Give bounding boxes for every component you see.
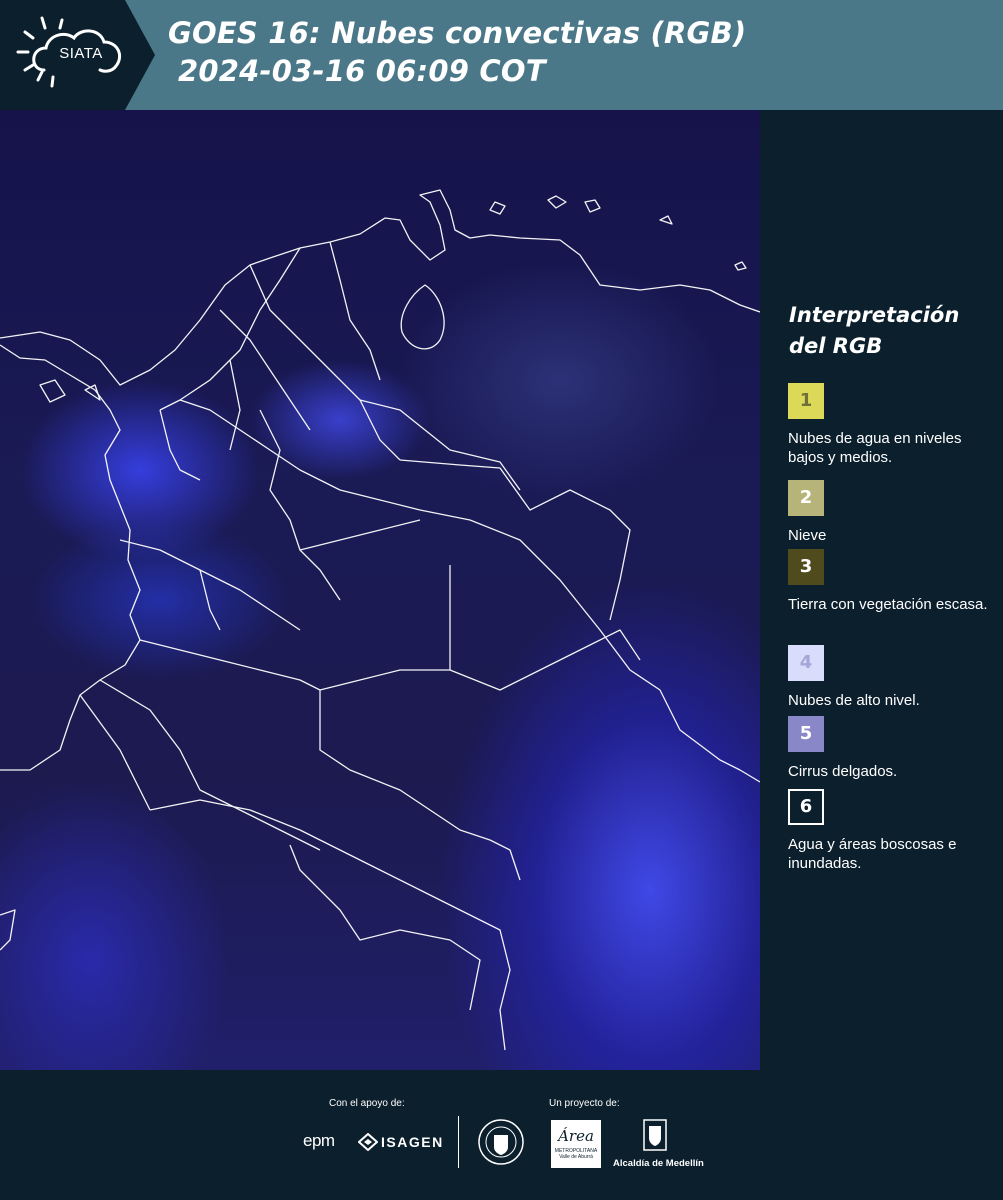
alcaldia-emblem-icon (640, 1118, 670, 1156)
legend-label: Nieve (788, 527, 827, 544)
legend-swatch: 6 (788, 789, 824, 825)
satellite-map (0, 110, 760, 1070)
legend-title-line2: del RGB (789, 334, 883, 358)
legend-item: 4 Nubes de alto nivel. (788, 645, 988, 710)
title-timestamp: 2024-03-16 06:09 COT (178, 54, 546, 88)
epm-logo: epm (303, 1131, 335, 1150)
project-label: Un proyecto de: (549, 1098, 620, 1109)
area-logo-sub2: Valle de Aburrá (559, 1154, 593, 1160)
legend-swatch: 5 (788, 716, 824, 752)
legend-swatch: 3 (788, 549, 824, 585)
legend-title-line1: Interpretación (789, 303, 960, 327)
legend-item: 1 Nubes de agua en niveles bajos y medios… (788, 383, 988, 467)
legend-label: Tierra con vegetación escasa. (788, 596, 988, 613)
legend-swatch: 4 (788, 645, 824, 681)
legend-item: 3 Tierra con vegetación escasa. (788, 549, 988, 614)
isagen-logo-icon (357, 1132, 379, 1155)
legend-label: Cirrus delgados. (788, 763, 898, 780)
legend-label: Agua y áreas boscosas e inundadas. (788, 836, 957, 872)
legend-title: Interpretación del RGB (789, 300, 989, 362)
map-boundaries (0, 189, 760, 1051)
legend-item: 6 Agua y áreas boscosas e inundadas. (788, 789, 988, 873)
area-metropolitana-logo: Área METROPOLITANA Valle de Aburrá (551, 1120, 601, 1168)
isagen-logo: ISAGEN (381, 1134, 444, 1150)
area-logo-text: Área (558, 1127, 594, 1145)
legend-label: Nubes de agua en niveles bajos y medios. (788, 430, 962, 466)
header-bar: SIATA GOES 16: Nubes convectivas (RGB) 2… (0, 0, 1003, 110)
legend-swatch: 1 (788, 383, 824, 419)
legend-label: Nubes de alto nivel. (788, 692, 920, 709)
legend-item: 2 Nieve (788, 480, 988, 545)
support-label: Con el apoyo de: (329, 1098, 405, 1109)
footer-divider (458, 1116, 459, 1168)
page-title: GOES 16: Nubes convectivas (RGB) 2024-03… (168, 14, 746, 90)
medellin-seal-icon (477, 1115, 525, 1173)
alcaldia-label: Alcaldía de Medellín (613, 1158, 704, 1169)
title-product: GOES 16: Nubes convectivas (RGB) (168, 16, 747, 50)
legend-swatch: 2 (788, 480, 824, 516)
legend-item: 5 Cirrus delgados. (788, 716, 988, 781)
siata-logo: SIATA (0, 0, 160, 110)
siata-logo-text: SIATA (59, 45, 103, 62)
